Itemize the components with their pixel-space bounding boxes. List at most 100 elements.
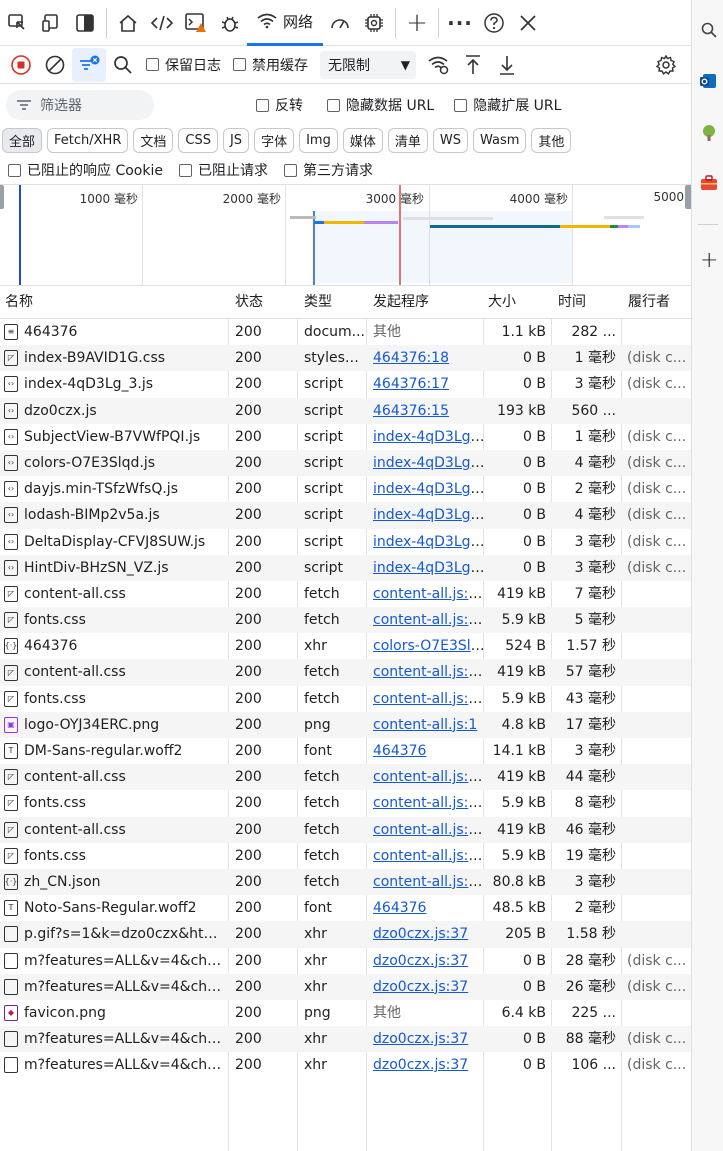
chip-doc[interactable]: 文档 [133, 127, 174, 153]
network-conditions-icon[interactable] [422, 48, 456, 82]
initiator-link[interactable]: content-all.js:1 [373, 717, 477, 733]
hide-data-url-box[interactable] [327, 98, 340, 112]
blocked-cookies-box[interactable] [8, 163, 21, 177]
initiator-link[interactable]: 464376:18 [373, 350, 449, 366]
initiator-link[interactable]: colors-O7E3Slqd [373, 638, 485, 654]
table-row[interactable]: ‹› lodash-BIMp2v5a.js 200 script index-4qD3L… [0, 502, 691, 529]
chip-all[interactable]: 全部 [2, 127, 43, 153]
column-header-type[interactable]: 类型 [299, 286, 332, 319]
initiator-link[interactable]: 464376:17 [373, 376, 449, 392]
table-row[interactable]: ‹› colors-O7E3Slqd.js 200 script index-4qD3L… [0, 449, 691, 477]
games-icon[interactable] [700, 124, 718, 142]
column-header-status[interactable]: 状态 [230, 286, 263, 319]
sidebar-toggle-icon[interactable] [68, 0, 102, 46]
overview-left-handle[interactable] [0, 185, 4, 209]
initiator-link[interactable]: index-4qD3Lg_3. [373, 560, 485, 576]
more-options-icon[interactable]: ··· [443, 0, 477, 46]
help-icon[interactable] [477, 0, 511, 46]
column-header-time[interactable]: 时间 [553, 286, 586, 319]
column-header-initiator[interactable]: 发起程序 [368, 286, 429, 319]
invert-box[interactable] [256, 98, 269, 112]
table-row[interactable]: m?features=ALL&v=4&chu... 200 xhr dzo0czx.j… [0, 973, 691, 1000]
initiator-link[interactable]: dzo0czx.js:37 [373, 953, 468, 969]
import-har-icon[interactable] [456, 48, 490, 82]
outlook-icon[interactable] [700, 72, 718, 90]
blocked-requests-box[interactable] [178, 163, 192, 177]
hide-ext-url-box[interactable] [454, 98, 468, 112]
initiator-link[interactable]: 464376 [373, 743, 426, 759]
timeline-overview[interactable]: 1000 毫秒 2000 毫秒 3000 毫秒 4000 毫秒 5000 [0, 184, 691, 286]
initiator-link[interactable]: dzo0czx.js:37 [373, 1031, 468, 1047]
tools-briefcase-icon[interactable] [700, 174, 718, 192]
initiator-link[interactable]: content-all.js:302 [373, 874, 485, 890]
initiator-link[interactable]: content-all.js:295 [373, 664, 485, 680]
table-row[interactable]: ◸ content-all.css 200 fetch content-all.js:2… [0, 816, 691, 843]
table-row[interactable]: ‹› HintDiv-BHzSN_VZ.js 200 script index-4qD3… [0, 554, 691, 581]
table-row[interactable]: ◸ content-all.css 200 fetch content-all.js:2… [0, 659, 691, 686]
chip-manifest[interactable]: 清单 [387, 127, 428, 153]
initiator-link[interactable]: content-all.js:295 [373, 691, 485, 707]
initiator-link[interactable]: dzo0czx.js:37 [373, 1057, 468, 1073]
filter-input[interactable]: 筛选器 [6, 90, 154, 120]
table-row[interactable]: ▣ logo-OYJ34ERC.png 200 png content-all.js:1… [0, 711, 691, 738]
initiator-link[interactable]: index-4qD3Lg_3. [373, 507, 485, 523]
throttling-select[interactable]: 无限制 ▼ [320, 50, 416, 79]
table-row[interactable]: ‹› SubjectView-B7VWfPQI.js 200 script index-… [0, 424, 691, 450]
table-row[interactable]: T DM-Sans-regular.woff2 200 font 464376 14.1 … [0, 738, 691, 764]
column-header-fulfilled[interactable]: 履行者 [623, 286, 670, 319]
chip-js[interactable]: JS [222, 127, 250, 153]
table-row[interactable]: ≡ 464376 200 docum... 其他 1.1 kB 282 ... [0, 319, 691, 345]
table-row[interactable]: ◸ index-B9AVID1G.css 200 stylesh... 464376:1… [0, 345, 691, 372]
column-header-size[interactable]: 大小 [483, 286, 516, 319]
table-row[interactable]: ‹› dzo0czx.js 200 script 464376:15 193 kB 560 … [0, 397, 691, 424]
table-row[interactable]: m?features=ALL&v=4&chu... 200 xhr dzo0czx.j… [0, 1052, 691, 1078]
stop-recording-icon[interactable] [4, 48, 38, 82]
inspect-element-icon[interactable] [0, 0, 34, 46]
search-icon[interactable] [106, 48, 140, 82]
close-icon[interactable] [511, 0, 545, 46]
chip-font[interactable]: 字体 [254, 127, 295, 153]
table-row[interactable]: m?features=ALL&v=4&chu... 200 xhr dzo0czx.j… [0, 948, 691, 974]
initiator-link[interactable]: content-all.js:295 [373, 769, 485, 785]
invert-checkbox[interactable]: 反转 [256, 95, 303, 115]
table-row[interactable]: T Noto-Sans-Regular.woff2 200 font 464376 48.… [0, 895, 691, 921]
table-row[interactable]: {·} zh_CN.json 200 fetch content-all.js:302 8… [0, 868, 691, 896]
initiator-link[interactable]: content-all.js:295 [373, 822, 485, 838]
chip-ws[interactable]: WS [432, 127, 468, 153]
welcome-home-icon[interactable] [111, 0, 145, 46]
preserve-log-checkbox[interactable]: 保留日志 [146, 55, 221, 75]
filter-active-icon[interactable] [72, 47, 106, 82]
hide-data-url-checkbox[interactable]: 隐藏数据 URL [327, 95, 434, 115]
initiator-link[interactable]: index-4qD3Lg_3. [373, 534, 485, 550]
export-har-icon[interactable] [490, 48, 524, 82]
table-row[interactable]: ‹› dayjs.min-TSfzWfsQ.js 200 script index-4q… [0, 476, 691, 502]
sources-bug-icon[interactable] [213, 0, 247, 46]
column-header-name[interactable]: 名称 [0, 286, 33, 319]
initiator-link[interactable]: 464376:15 [373, 403, 449, 419]
chip-img[interactable]: Img [299, 127, 338, 153]
initiator-link[interactable]: content-all.js:111 [373, 612, 485, 628]
table-row[interactable]: ◸ fonts.css 200 fetch content-all.js:295 5.9 … [0, 686, 691, 712]
table-row[interactable]: ◸ fonts.css 200 fetch content-all.js:295 5.9 … [0, 843, 691, 869]
table-row[interactable]: p.gif?s=1&k=dzo0czx&ht=t... 200 xhr dzo0czx… [0, 921, 691, 948]
initiator-link[interactable]: index-4qD3Lg_3. [373, 455, 485, 471]
clear-icon[interactable] [38, 48, 72, 82]
chip-css[interactable]: CSS [178, 127, 218, 153]
blocked-cookies-checkbox[interactable]: 已阻止的响应 Cookie [8, 160, 163, 180]
chip-media[interactable]: 媒体 [342, 127, 383, 153]
settings-gear-icon[interactable] [649, 48, 683, 82]
table-row[interactable]: ‹› DeltaDisplay-CFVJ8SUW.js 200 script index… [0, 529, 691, 555]
chip-fetch-xhr[interactable]: Fetch/XHR [47, 127, 129, 153]
table-row[interactable]: m?features=ALL&v=4&chu... 200 xhr dzo0czx.j… [0, 1026, 691, 1053]
initiator-link[interactable]: index-4qD3Lg_3. [373, 481, 485, 497]
memory-chip-icon[interactable] [357, 0, 391, 46]
initiator-link[interactable]: 464376 [373, 900, 426, 916]
elements-code-icon[interactable] [145, 0, 179, 46]
table-row[interactable]: ◆ favicon.png 200 png 其他 6.4 kB 225 ... [0, 1000, 691, 1026]
disable-cache-box[interactable] [233, 58, 246, 71]
chip-wasm[interactable]: Wasm [472, 127, 527, 153]
blocked-requests-checkbox[interactable]: 已阻止请求 [178, 160, 268, 180]
initiator-link[interactable]: content-all.js:295 [373, 795, 485, 811]
add-sidebar-app-icon[interactable]: + [700, 250, 718, 272]
preserve-log-box[interactable] [146, 58, 159, 71]
